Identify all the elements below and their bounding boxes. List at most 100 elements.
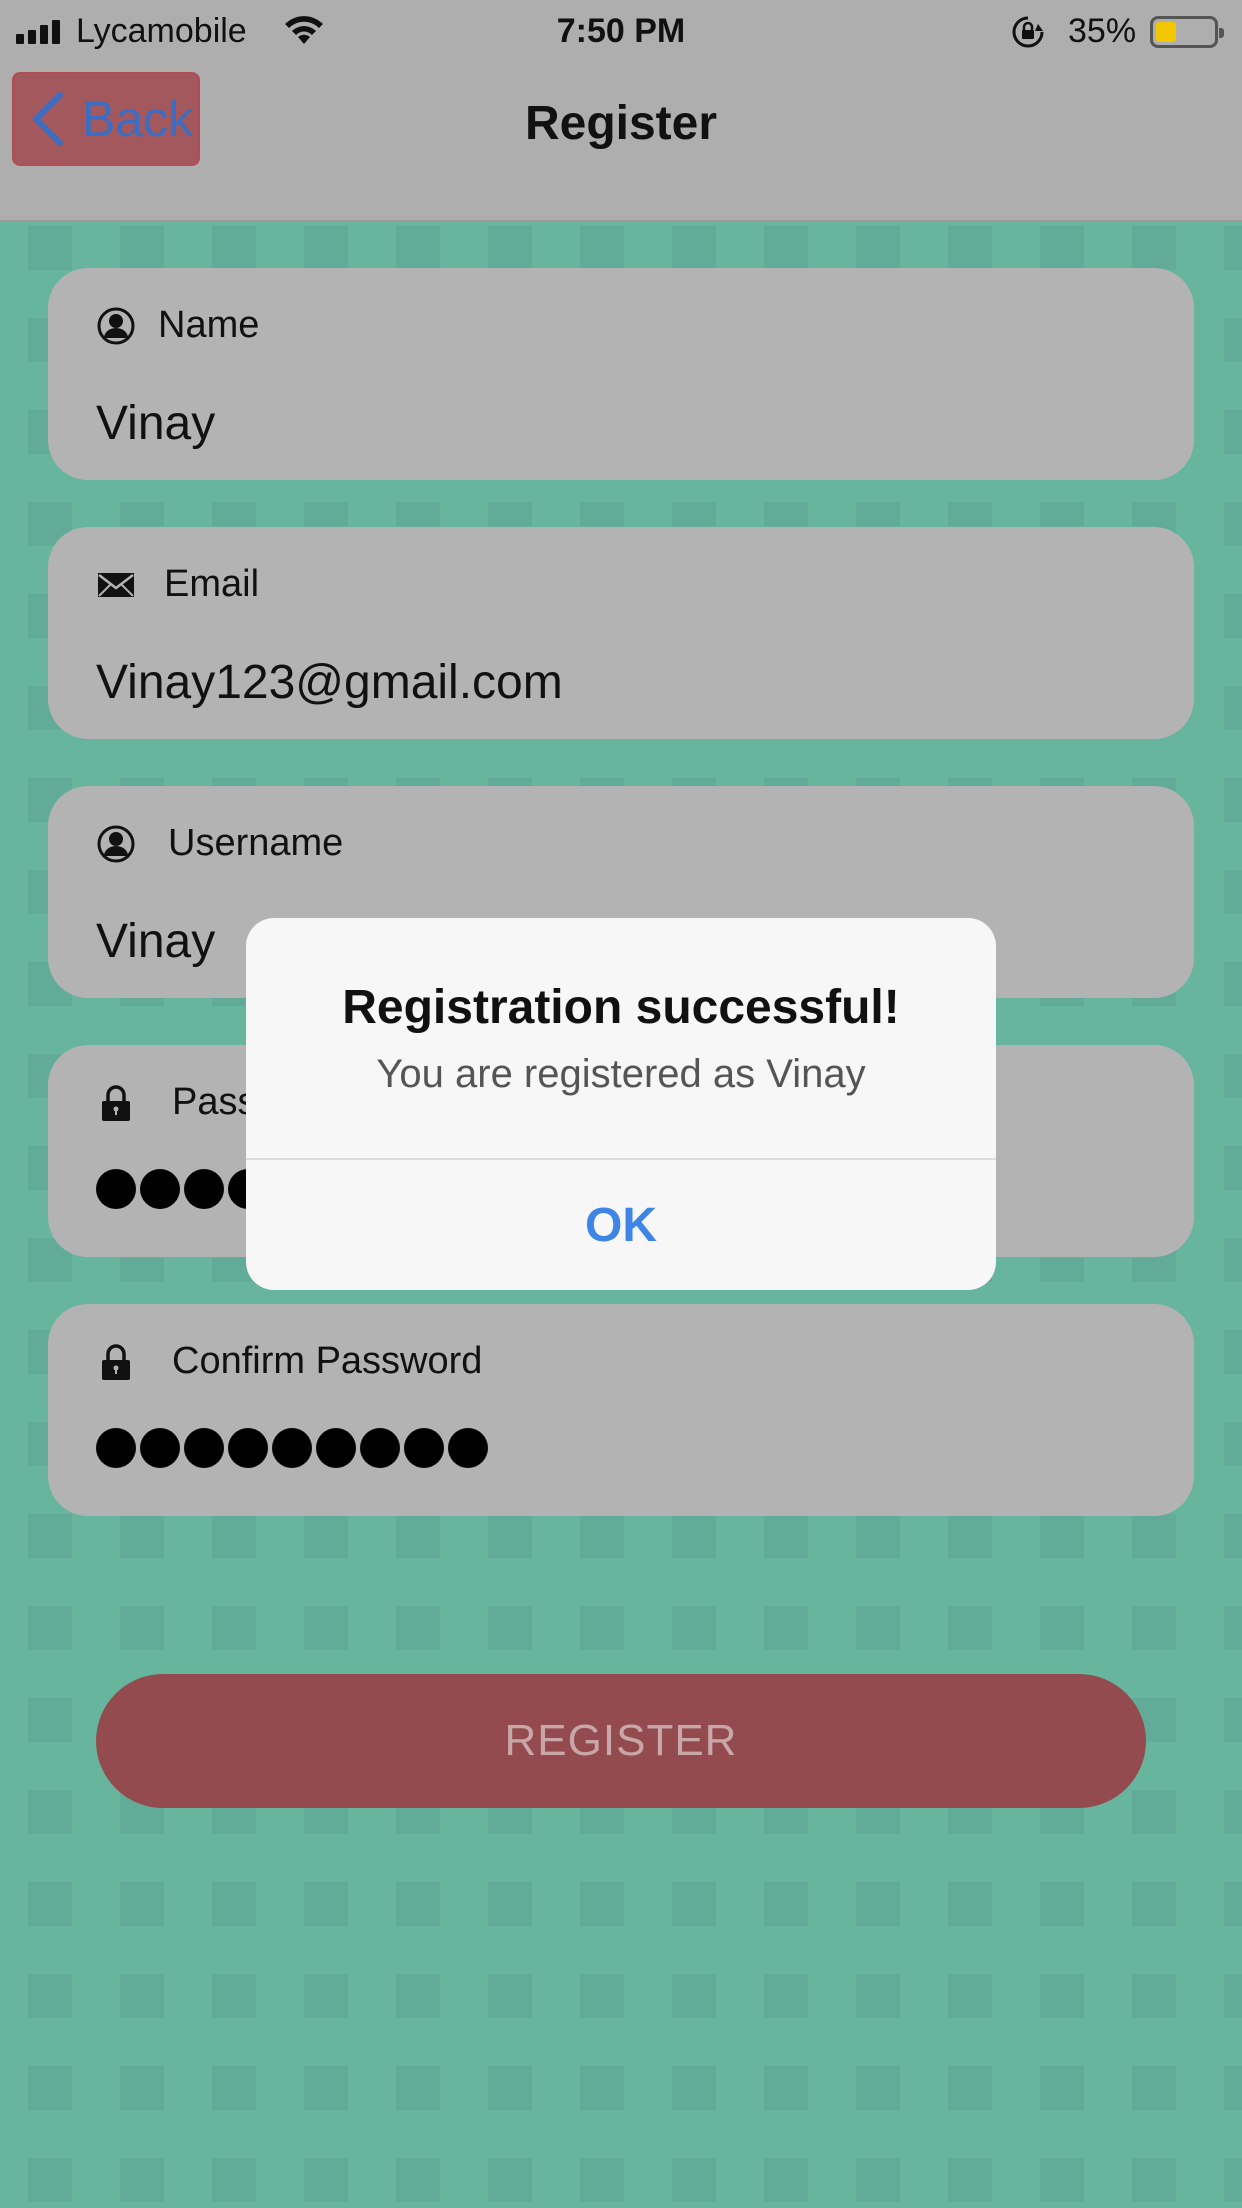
- mask-dot: [228, 1428, 268, 1468]
- pattern-square: [28, 1790, 72, 1834]
- rotation-lock-icon: [1012, 16, 1044, 48]
- pattern-square: [1224, 1698, 1242, 1742]
- pattern-square: [396, 2158, 440, 2202]
- pattern-square: [672, 1882, 716, 1926]
- pattern-square: [948, 1974, 992, 2018]
- pattern-square: [212, 1606, 256, 1650]
- pattern-square: [488, 1974, 532, 2018]
- pattern-square: [1224, 686, 1242, 730]
- pattern-square: [672, 226, 716, 270]
- pattern-square: [764, 1974, 808, 2018]
- person-icon: [97, 307, 135, 344]
- pattern-square: [764, 1882, 808, 1926]
- email-field[interactable]: Email Vinay123@gmail.com: [48, 527, 1194, 739]
- pattern-square: [580, 1514, 624, 1558]
- pattern-square: [304, 2066, 348, 2110]
- envelope-icon: [98, 572, 134, 597]
- pattern-square: [672, 1514, 716, 1558]
- pattern-square: [948, 1882, 992, 1926]
- pattern-square: [120, 2158, 164, 2202]
- pattern-square: [396, 1514, 440, 1558]
- pattern-square: [1224, 226, 1242, 270]
- success-alert: Registration successful! You are registe…: [246, 918, 996, 1290]
- pattern-square: [672, 1974, 716, 2018]
- pattern-square: [1224, 1514, 1242, 1558]
- mask-dot: [140, 1169, 180, 1209]
- pattern-square: [672, 2066, 716, 2110]
- name-label: Name: [158, 304, 260, 346]
- battery-percent: 35%: [1068, 12, 1137, 50]
- alert-message: You are registered as Vinay: [376, 1052, 866, 1096]
- person-icon: [97, 825, 135, 862]
- pattern-square: [1132, 1606, 1176, 1650]
- pattern-square: [120, 2066, 164, 2110]
- pattern-square: [28, 226, 72, 270]
- pattern-square: [304, 226, 348, 270]
- name-value: Vinay: [96, 397, 216, 450]
- pattern-square: [1224, 2066, 1242, 2110]
- pattern-square: [488, 1514, 532, 1558]
- pattern-square: [580, 1882, 624, 1926]
- pattern-square: [1132, 2066, 1176, 2110]
- mask-dot: [96, 1428, 136, 1468]
- pattern-square: [120, 1606, 164, 1650]
- pattern-square: [396, 1606, 440, 1650]
- pattern-square: [856, 2066, 900, 2110]
- pattern-square: [1040, 1606, 1084, 1650]
- pattern-square: [580, 2158, 624, 2202]
- pattern-square: [212, 2158, 256, 2202]
- confirm-password-field[interactable]: Confirm Password: [48, 1304, 1194, 1516]
- pattern-square: [212, 1514, 256, 1558]
- pattern-square: [120, 1974, 164, 2018]
- pattern-square: [212, 1974, 256, 2018]
- pattern-square: [28, 1514, 72, 1558]
- pattern-square: [1224, 1422, 1242, 1466]
- pattern-square: [28, 2158, 72, 2202]
- register-button[interactable]: REGISTER: [96, 1674, 1146, 1808]
- pattern-square: [1224, 1330, 1242, 1374]
- pattern-square: [396, 2066, 440, 2110]
- pattern-square: [856, 1974, 900, 2018]
- lock-icon: [102, 1343, 130, 1380]
- navigation-bar: Lycamobile 7:50 PM 35% Back Register: [0, 0, 1242, 222]
- pattern-square: [1040, 226, 1084, 270]
- pattern-square: [396, 1882, 440, 1926]
- alert-ok-button[interactable]: OK: [246, 1160, 996, 1290]
- pattern-square: [396, 226, 440, 270]
- pattern-square: [1132, 1790, 1176, 1834]
- password-label: Pass: [172, 1081, 257, 1123]
- pattern-square: [488, 226, 532, 270]
- pattern-square: [1224, 1238, 1242, 1282]
- status-bar: Lycamobile 7:50 PM 35%: [0, 0, 1242, 62]
- pattern-square: [948, 2066, 992, 2110]
- pattern-square: [1224, 318, 1242, 362]
- name-field[interactable]: Name Vinay: [48, 268, 1194, 480]
- username-value: Vinay: [96, 915, 216, 968]
- confirm-password-label: Confirm Password: [172, 1340, 483, 1382]
- pattern-square: [1224, 1790, 1242, 1834]
- pattern-square: [28, 1606, 72, 1650]
- pattern-square: [120, 1514, 164, 1558]
- lock-icon: [102, 1084, 130, 1121]
- pattern-square: [1132, 1514, 1176, 1558]
- pattern-square: [1224, 870, 1242, 914]
- pattern-square: [1224, 1054, 1242, 1098]
- pattern-square: [856, 1514, 900, 1558]
- battery-icon: [1150, 16, 1224, 48]
- pattern-square: [580, 2066, 624, 2110]
- pattern-square: [28, 1882, 72, 1926]
- pattern-square: [1224, 410, 1242, 454]
- pattern-square: [1132, 1974, 1176, 2018]
- pattern-square: [1224, 778, 1242, 822]
- pattern-square: [948, 1514, 992, 1558]
- mask-dot: [448, 1428, 488, 1468]
- pattern-square: [1132, 226, 1176, 270]
- pattern-square: [580, 1974, 624, 2018]
- pattern-square: [1040, 2158, 1084, 2202]
- pattern-square: [672, 2158, 716, 2202]
- pattern-square: [120, 1882, 164, 1926]
- pattern-square: [1040, 1974, 1084, 2018]
- mask-dot: [404, 1428, 444, 1468]
- pattern-square: [212, 1882, 256, 1926]
- pattern-square: [856, 1882, 900, 1926]
